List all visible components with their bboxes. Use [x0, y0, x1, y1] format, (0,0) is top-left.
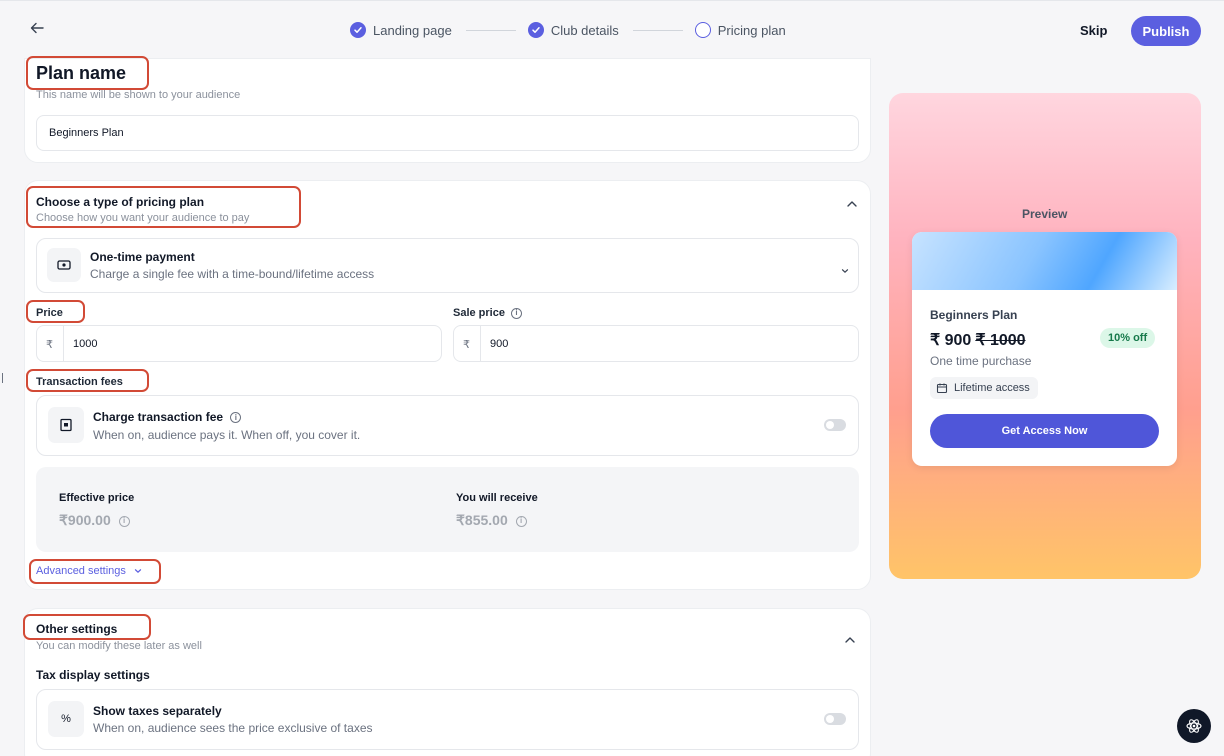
- sale-price-label: Sale price i: [453, 307, 523, 319]
- plan-name-input[interactable]: Beginners Plan: [36, 115, 859, 151]
- step-connector: [632, 29, 683, 31]
- rupee-icon: ₹: [46, 339, 53, 351]
- calendar-icon: [936, 383, 948, 394]
- preview-purchase-type: One time purchase: [930, 354, 1032, 368]
- chevron-down-icon[interactable]: [841, 262, 849, 273]
- chevron-up-icon[interactable]: [846, 196, 858, 207]
- step-label: Club details: [550, 22, 619, 38]
- resize-handle[interactable]: [2, 373, 3, 383]
- tax-settings-row: [36, 689, 859, 750]
- receipt-icon: [48, 407, 84, 443]
- get-access-button[interactable]: Get Access Now: [930, 414, 1159, 448]
- transaction-fees-label: Transaction fees: [36, 376, 123, 388]
- effective-price-amount: ₹900.00: [59, 512, 111, 528]
- preview-banner: [912, 232, 1177, 290]
- pricing-type-subtitle: Choose how you want your audience to pay: [36, 212, 250, 224]
- price-label: Price: [36, 307, 63, 319]
- sale-price-value: 900: [490, 338, 509, 350]
- back-arrow-icon[interactable]: [30, 21, 48, 39]
- option-title: One-time payment: [90, 250, 195, 264]
- tax-subtitle: When on, audience sees the price exclusi…: [93, 721, 373, 735]
- step-connector: [465, 29, 516, 31]
- plan-name-subtitle: This name will be shown to your audience: [36, 89, 241, 101]
- preview-label: Preview: [1022, 207, 1068, 221]
- step-pricing-plan[interactable]: Pricing plan: [694, 22, 786, 38]
- atom-icon: [1186, 719, 1202, 733]
- you-receive-label: You will receive: [456, 492, 538, 504]
- cash-icon: [47, 248, 81, 282]
- preview-original-price: ₹ 1000: [975, 332, 1026, 349]
- you-receive-value: ₹855.00 i: [456, 512, 527, 529]
- transaction-fee-toggle[interactable]: [824, 419, 846, 431]
- percent-icon: %: [48, 701, 84, 737]
- effective-price-label: Effective price: [59, 492, 135, 504]
- other-settings-subtitle: You can modify these later as well: [36, 640, 202, 652]
- price-input[interactable]: ₹ 1000: [36, 325, 442, 362]
- preview-card: Beginners Plan ₹ 900 ₹ 1000 10% off One t…: [912, 232, 1177, 466]
- plan-name-value: Beginners Plan: [49, 127, 124, 139]
- input-divider: [480, 326, 481, 361]
- info-icon[interactable]: i: [118, 515, 130, 527]
- info-icon[interactable]: i: [230, 412, 242, 424]
- fee-subtitle: When on, audience pays it. When off, you…: [93, 428, 361, 442]
- you-receive-amount: ₹855.00: [456, 512, 508, 528]
- circle-icon: [694, 22, 711, 38]
- preview-sale-price: ₹ 900: [930, 332, 972, 349]
- step-club-details[interactable]: Club details: [527, 22, 619, 38]
- tax-title: Show taxes separately: [93, 704, 222, 718]
- input-divider: [63, 326, 64, 361]
- top-bar: Landing page Club details Pricing plan S…: [0, 0, 1224, 58]
- price-summary: Effective price ₹900.00 i You will recei…: [36, 467, 859, 552]
- progress-stepper: Landing page Club details Pricing plan: [350, 22, 786, 38]
- advanced-settings-link[interactable]: Advanced settings: [36, 565, 142, 577]
- tax-display-heading: Tax display settings: [36, 668, 150, 682]
- discount-badge: 10% off: [1100, 328, 1156, 348]
- advanced-settings-text: Advanced settings: [36, 565, 126, 577]
- sale-price-label-text: Sale price: [453, 307, 505, 319]
- check-icon: [527, 22, 544, 38]
- step-label: Pricing plan: [717, 22, 786, 38]
- chevron-down-icon: [134, 569, 142, 573]
- access-text: Lifetime access: [954, 382, 1030, 394]
- info-icon[interactable]: i: [515, 515, 527, 527]
- step-label: Landing page: [373, 22, 452, 38]
- price-value: 1000: [73, 338, 98, 350]
- one-time-payment-select[interactable]: [36, 238, 859, 293]
- fee-title-text: Charge transaction fee: [93, 410, 224, 424]
- sale-price-input[interactable]: ₹ 900: [453, 325, 859, 362]
- chevron-up-icon[interactable]: [844, 632, 856, 643]
- publish-button[interactable]: Publish: [1131, 16, 1201, 46]
- preview-price: ₹ 900 ₹ 1000: [930, 330, 1026, 350]
- rupee-icon: ₹: [463, 339, 470, 351]
- pricing-type-title: Choose a type of pricing plan: [36, 195, 205, 209]
- check-icon: [350, 22, 366, 38]
- preview-plan-name: Beginners Plan: [930, 308, 1018, 322]
- step-landing-page[interactable]: Landing page: [350, 22, 452, 38]
- effective-price-value: ₹900.00 i: [59, 512, 130, 529]
- access-badge: Lifetime access: [930, 377, 1038, 399]
- option-subtitle: Charge a single fee with a time-bound/li…: [90, 267, 375, 281]
- help-widget-button[interactable]: [1177, 709, 1211, 743]
- other-settings-title: Other settings: [36, 622, 118, 636]
- fee-title: Charge transaction fee i: [93, 410, 242, 424]
- skip-button[interactable]: Skip: [1080, 23, 1107, 38]
- info-icon[interactable]: i: [511, 307, 523, 319]
- plan-name-title: Plan name: [36, 63, 127, 83]
- show-taxes-toggle[interactable]: [824, 713, 846, 725]
- transaction-fee-row: [36, 395, 859, 456]
